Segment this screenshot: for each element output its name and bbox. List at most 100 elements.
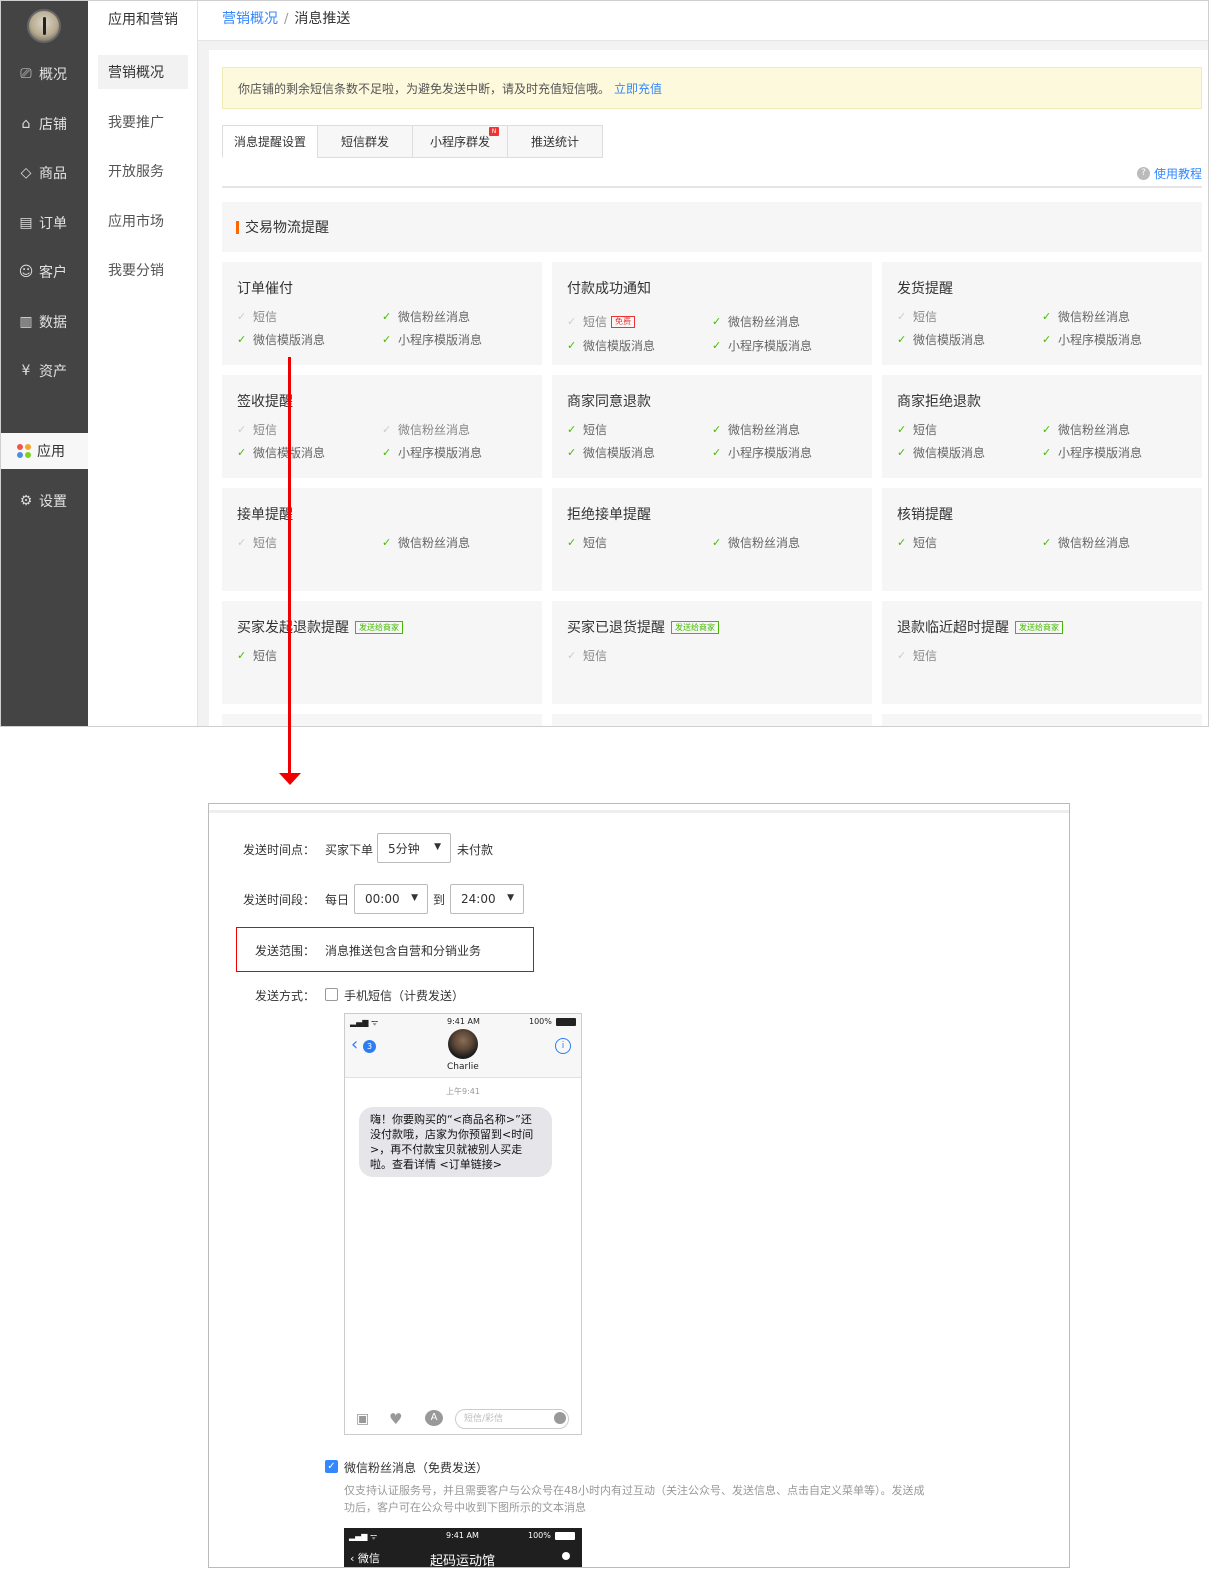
check-icon: ✓ (567, 315, 577, 328)
nav-assets[interactable]: ¥ 资产 (1, 353, 88, 389)
breadcrumb-link[interactable]: 营销概况 (222, 11, 278, 27)
help-link[interactable]: ? 使用教程 (1136, 165, 1202, 182)
option-wechat-template[interactable]: ✓微信模版消息 (237, 331, 325, 348)
back-chevron-icon: ‹ (350, 1552, 358, 1565)
card-verify-reminder[interactable]: 核销提醒 ✓ 短信 ✓ 微信粉丝消息 (882, 488, 1202, 591)
option-wechat-template[interactable]: ✓微信模版消息 (897, 444, 985, 461)
option-wechat-fans[interactable]: ✓ 微信粉丝消息 (712, 421, 800, 438)
option-wechat-fans[interactable]: ✓ 微信粉丝消息 (382, 534, 470, 551)
nav-apps[interactable]: 应用 (1, 433, 88, 469)
card-title: 接单提醒 (237, 507, 293, 523)
card-accept-order[interactable]: 接单提醒 ✓ 短信 ✓ 微信粉丝消息 (222, 488, 542, 591)
dropdown-arrow-icon: ▼ (507, 893, 514, 903)
phone-input-bar: ▣ ♥ A 短信/彩信 (345, 1409, 581, 1434)
profile-icon[interactable] (562, 1552, 570, 1560)
subnav-item-marketing-overview[interactable]: 营销概况 (98, 55, 188, 89)
tab-message-settings[interactable]: 消息提醒设置 (222, 125, 318, 158)
option-wechat-template[interactable]: ✓微信模版消息 (567, 444, 655, 461)
option-wechat-fans[interactable]: ✓ 微信粉丝消息 (1042, 421, 1130, 438)
option-wechat-fans[interactable]: ✓ 微信粉丝消息 (382, 308, 470, 325)
option-miniprogram-template[interactable]: ✓ 小程序模版消息 (1042, 331, 1142, 348)
shop-avatar[interactable] (27, 9, 61, 43)
card-reject-order[interactable]: 拒绝接单提醒 ✓ 短信 ✓ 微信粉丝消息 (552, 488, 872, 591)
option-miniprogram-template[interactable]: ✓ 小程序模版消息 (712, 337, 812, 354)
send-time-select[interactable]: 5分钟 ▼ (377, 833, 451, 863)
nav-customers[interactable]: ☺ 客户 (1, 254, 88, 290)
option-sms[interactable]: ✓ 短信 (567, 421, 607, 438)
back-chevron-icon[interactable]: ‹ (351, 1036, 358, 1054)
nav-orders[interactable]: ▤ 订单 (1, 205, 88, 241)
option-sms[interactable]: ✓ 短信 (237, 421, 277, 438)
option-sms[interactable]: ✓ 短信 (897, 534, 937, 551)
check-icon: ✓ (237, 446, 247, 459)
info-icon[interactable]: i (555, 1038, 571, 1054)
subnav-item-app-market[interactable]: 应用市场 (98, 204, 188, 238)
subnav-item-promote[interactable]: 我要推广 (98, 105, 188, 139)
card-order-reminder[interactable]: 订单催付 ✓ 短信 ✓ 微信粉丝消息 ✓ 微信模版消息 ✓ 小程序模版消息 (222, 262, 542, 365)
camera-icon[interactable]: ▣ (356, 1411, 369, 1427)
option-sms[interactable]: ✓ 短信 (237, 647, 277, 664)
option-sms[interactable]: ✓ 短信 (897, 308, 937, 325)
option-sms[interactable]: ✓ 短信 (897, 421, 937, 438)
recharge-link[interactable]: 立即充值 (614, 80, 662, 97)
option-sms[interactable]: ✓ 短信 (567, 647, 607, 664)
period-start-select[interactable]: 00:00 ▼ (354, 884, 428, 914)
check-icon: ✓ (1042, 333, 1052, 346)
detail-panel: 发送时间点： 买家下单 5分钟 ▼ 未付款 发送时间段： 每日 00:00 ▼ 到 … (208, 803, 1070, 1568)
option-wechat-template[interactable]: ✓微信模版消息 (237, 444, 325, 461)
tag-icon: ◇ (20, 165, 32, 181)
nav-data[interactable]: ▥ 数据 (1, 304, 88, 340)
app-store-icon[interactable]: A (425, 1410, 443, 1426)
card-title: 核销提醒 (897, 507, 953, 523)
status-time: 9:41 AM (446, 1531, 479, 1540)
card-refund-approved[interactable]: 商家同意退款 ✓ 短信 ✓ 微信粉丝消息 ✓ 微信模版消息 ✓ 小程序模版消息 (552, 375, 872, 478)
card-refund-rejected[interactable]: 商家拒绝退款 ✓ 短信 ✓ 微信粉丝消息 ✓ 微信模版消息 ✓ 小程序模版消息 (882, 375, 1202, 478)
option-wechat-template[interactable]: ✓微信模版消息 (897, 331, 985, 348)
sms-input[interactable]: 短信/彩信 (455, 1409, 569, 1429)
period-to-label: 到 (433, 893, 446, 907)
option-wechat-fans[interactable]: ✓ 微信粉丝消息 (382, 421, 470, 438)
wechat-checkbox[interactable]: ✓ (325, 1460, 338, 1473)
breadcrumb-separator: / (284, 12, 289, 27)
panel-top-strip (209, 810, 1069, 813)
card-payment-success[interactable]: 付款成功通知 ✓ 短信 免费 ✓ 微信粉丝消息 ✓ 微信模版消息 ✓ 小程序模版消息 (552, 262, 872, 365)
nav-store[interactable]: ⌂ 店铺 (1, 106, 88, 142)
nav-goods[interactable]: ◇ 商品 (1, 155, 88, 191)
option-miniprogram-template[interactable]: ✓ 小程序模版消息 (712, 444, 812, 461)
option-sms[interactable]: ✓ 短信 (567, 534, 607, 551)
check-icon: ✓ (237, 649, 247, 662)
check-icon: ✓ (237, 310, 247, 323)
option-miniprogram-template[interactable]: ✓ 小程序模版消息 (382, 444, 482, 461)
option-sms[interactable]: ✓ 短信 (897, 647, 937, 664)
tab-miniprogram-broadcast[interactable]: 小程序群发 N (412, 125, 508, 158)
option-wechat-fans[interactable]: ✓ 微信粉丝消息 (1042, 534, 1130, 551)
card-shipping-reminder[interactable]: 发货提醒 ✓ 短信 ✓ 微信粉丝消息 ✓ 微信模版消息 ✓ 小程序模版消息 (882, 262, 1202, 365)
subnav-item-open-service[interactable]: 开放服务 (98, 154, 188, 188)
option-miniprogram-template[interactable]: ✓ 小程序模版消息 (1042, 444, 1142, 461)
subnav-item-distribution[interactable]: 我要分销 (98, 253, 188, 287)
option-sms[interactable]: ✓ 短信 (237, 534, 277, 551)
send-time-suffix: 未付款 (457, 843, 494, 857)
tab-push-stats[interactable]: 推送统计 (507, 125, 603, 158)
card-buyer-refund-request[interactable]: 买家发起退款提醒 发送给商家 ✓ 短信 (222, 601, 542, 704)
option-miniprogram-template[interactable]: ✓ 小程序模版消息 (382, 331, 482, 348)
card-refund-timeout[interactable]: 退款临近超时提醒 发送给商家 ✓ 短信 (882, 601, 1202, 704)
option-wechat-fans[interactable]: ✓ 微信粉丝消息 (712, 313, 800, 330)
nav-overview[interactable]: ⎚ 概况 (1, 56, 88, 92)
microphone-icon[interactable] (554, 1412, 566, 1424)
nav-settings[interactable]: ⚙ 设置 (1, 483, 88, 519)
option-sms[interactable]: ✓ 短信 免费 (567, 313, 636, 330)
wechat-back-button[interactable]: ‹ 微信 (350, 1550, 380, 1566)
period-end-select[interactable]: 24:00 ▼ (450, 884, 524, 914)
check-icon: ✓ (382, 423, 392, 436)
option-sms[interactable]: ✓ 短信 (237, 308, 277, 325)
card-receipt-reminder[interactable]: 签收提醒 ✓短信 ✓微信粉丝消息 ✓微信模版消息 ✓小程序模版消息 (222, 375, 542, 478)
option-wechat-fans[interactable]: ✓ 微信粉丝消息 (1042, 308, 1130, 325)
check-icon: ✓ (1042, 423, 1052, 436)
tab-sms-broadcast[interactable]: 短信群发 (317, 125, 413, 158)
heart-icon[interactable]: ♥ (389, 1410, 402, 1428)
sms-checkbox[interactable] (325, 988, 338, 1001)
option-wechat-template[interactable]: ✓微信模版消息 (567, 337, 655, 354)
option-wechat-fans[interactable]: ✓ 微信粉丝消息 (712, 534, 800, 551)
card-buyer-returned[interactable]: 买家已退货提醒 发送给商家 ✓ 短信 (552, 601, 872, 704)
